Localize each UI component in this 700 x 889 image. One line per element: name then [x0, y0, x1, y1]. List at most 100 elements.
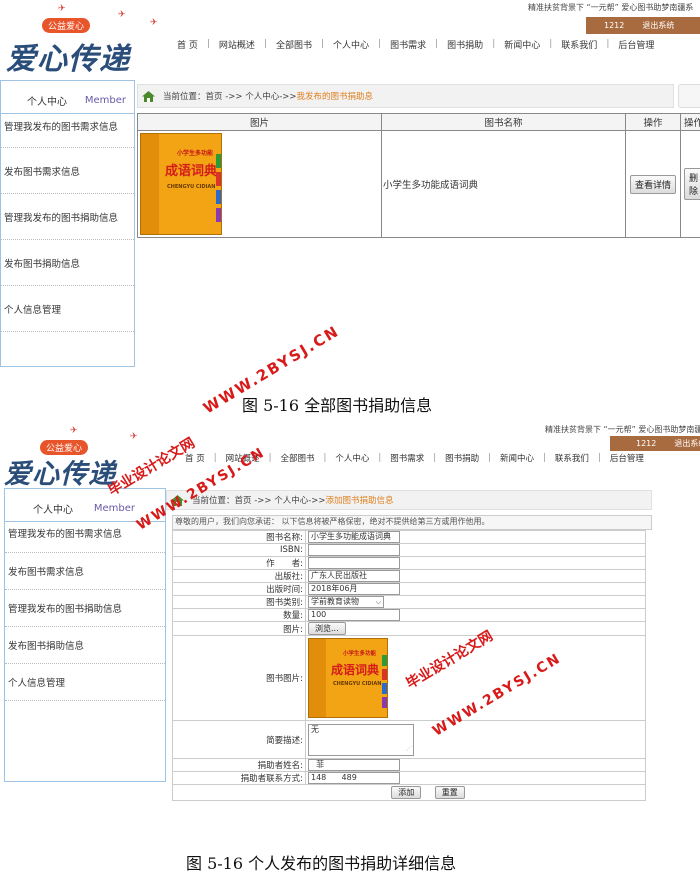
publisher-input[interactable]: 广东人民出版社 [308, 570, 400, 582]
field-cell [305, 543, 646, 557]
pub-date-input[interactable]: 2018年06月 [308, 583, 400, 595]
main-nav: 首 页 | 网站概述 | 全部图书 | 个人中心 | 图书需求 | 图书捐助 | 新闻中心 |… [168, 37, 663, 51]
field-label: 图书图片: [172, 635, 306, 721]
sidebar-item-publish-demand[interactable]: 发布图书需求信息 [5, 553, 165, 590]
breadcrumb-current: 我发布的图书捐助息 [296, 92, 374, 102]
donor-contact-input[interactable]: 148 489 [308, 772, 400, 784]
book-stripe [216, 172, 221, 186]
field-label: 简要描述: [172, 720, 306, 759]
form-row: 图书类别: 学前教育读物 ⌵ [172, 595, 646, 609]
nav-news[interactable]: 新闻中心 [491, 452, 543, 464]
field-cell: 菲 [305, 758, 646, 772]
author-input[interactable] [308, 557, 400, 569]
sidebar-subtitle: Member [93, 503, 135, 514]
sidebar-item-publish-donation[interactable]: 发布图书捐助信息 [1, 240, 134, 286]
field-label: 捐助者联系方式: [172, 771, 306, 785]
sidebar-title: 个人中心 [27, 97, 67, 108]
nav-personal-center[interactable]: 个人中心 [324, 38, 378, 51]
figure-caption-2: 图 5-16 个人发布的图书捐助详细信息 [186, 854, 457, 873]
form-actions: 添加 重置 [172, 784, 646, 801]
sidebar-title: 个人中心 [33, 505, 73, 516]
description-textarea[interactable]: 无 ⋰ [308, 723, 414, 756]
donation-form: 图书名称: 小学生多功能成语词典 ISBN: 作 者: 出版社: 广东人民出版社 出… [172, 530, 646, 801]
category-value: 学前教育读物 [311, 597, 359, 606]
nav-admin[interactable]: 后台管理 [601, 452, 653, 464]
sidebar-item-profile[interactable]: 个人信息管理 [5, 664, 165, 701]
book-image-cell: 小学生多功能 成语词典 CHENGYU CIDIAN [137, 130, 382, 238]
book-stripe [216, 190, 221, 204]
breadcrumb-path: 当前位置：首页 ->> 个人中心->> [163, 92, 297, 102]
form-row: 图片: 浏览... [172, 621, 646, 636]
browse-button[interactable]: 浏览... [308, 622, 346, 635]
field-label: 图书类别: [172, 595, 306, 609]
breadcrumb: 当前位置：首页 ->> 个人中心->> 我发布的图书捐助息 [137, 84, 674, 108]
bird-icon: ✈ [118, 10, 126, 20]
breadcrumb-current: 添加图书捐助信息 [325, 496, 394, 506]
book-stripe [382, 669, 387, 680]
form-row: 添加 重置 [172, 784, 646, 801]
form-row: 简要描述: 无 ⋰ [172, 720, 646, 759]
form-row: 捐助者姓名: 菲 [172, 758, 646, 772]
donation-table: 图片 图书名称 操作 操作 小学生多功能 成语词典 CHENGYU CIDIAN… [137, 113, 700, 238]
book-cover-pinyin: CHENGYU CIDIAN [333, 681, 382, 687]
donor-name-value: 菲 [316, 760, 325, 769]
nav-contact[interactable]: 联系我们 [552, 38, 606, 51]
nav-overview[interactable]: 网站概述 [210, 38, 264, 51]
site-tagline: 精准扶贫背景下 “一元帮” 爱心图书助梦南疆系 [528, 3, 694, 12]
field-label: 图片: [172, 621, 306, 636]
quantity-input[interactable]: 100 [308, 609, 400, 621]
field-label: 出版社: [172, 569, 306, 583]
isbn-input[interactable] [308, 544, 400, 556]
nav-admin[interactable]: 后台管理 [609, 38, 663, 51]
field-label: ISBN: [172, 543, 306, 557]
nav-book-donation[interactable]: 图书捐助 [438, 38, 492, 51]
site-tagline: 精准扶贫背景下 “一元帮” 爱心图书助梦南疆系 [545, 425, 700, 434]
field-cell: 2018年06月 [305, 582, 646, 596]
nav-all-books[interactable]: 全部图书 [271, 452, 323, 464]
book-cover-image: 小学生多功能 成语词典 CHENGYU CIDIAN [140, 133, 222, 235]
donor-name-input[interactable]: 菲 [308, 759, 400, 771]
notice-text: 尊敬的用户，我们向您承诺： 以下信息将被严格保密，绝对不提供给第三方或用作他用。 [172, 515, 652, 530]
book-stripe [382, 683, 387, 694]
logout-link[interactable]: 退出系统 [674, 438, 700, 449]
book-name-input[interactable]: 小学生多功能成语词典 [308, 531, 400, 543]
delete-cell: 删除 [680, 130, 700, 238]
breadcrumb-path: 当前位置：首页 ->> 个人中心->> [192, 496, 326, 506]
reset-button[interactable]: 重置 [434, 786, 465, 799]
nav-book-donation[interactable]: 图书捐助 [436, 452, 488, 464]
sidebar-item-publish-demand[interactable]: 发布图书需求信息 [1, 148, 134, 194]
column-header: 图片 [137, 113, 382, 131]
logo-brand: 爱心传递 [6, 42, 130, 77]
field-cell: 广东人民出版社 [305, 569, 646, 583]
user-id: 1212 [636, 439, 657, 448]
nav-contact[interactable]: 联系我们 [546, 452, 598, 464]
book-stripe [216, 208, 221, 222]
nav-all-books[interactable]: 全部图书 [267, 38, 321, 51]
sidebar-item-profile[interactable]: 个人信息管理 [1, 286, 134, 332]
nav-home[interactable]: 首 页 [168, 38, 207, 51]
table-row: 小学生多功能 成语词典 CHENGYU CIDIAN 小学生多功能成语词典 查看… [137, 130, 700, 238]
nav-book-demand[interactable]: 图书需求 [381, 38, 435, 51]
sidebar-item-manage-donations[interactable]: 管理我发布的图书捐助信息 [5, 590, 165, 627]
book-cover-image: 小学生多功能 成语词典 CHENGYU CIDIAN [308, 638, 388, 718]
sidebar-item-manage-donations[interactable]: 管理我发布的图书捐助信息 [1, 194, 134, 240]
dropdown-arrow-icon: ⌵ [375, 598, 381, 606]
book-cover-label: 小学生多功能 [343, 651, 377, 657]
table-header-row: 图片 图书名称 操作 操作 [137, 113, 700, 131]
add-button[interactable]: 添加 [391, 786, 422, 799]
book-name-cell: 小学生多功能成语词典 [381, 130, 626, 238]
view-details-button[interactable]: 查看详情 [629, 174, 676, 194]
field-label: 作 者: [172, 556, 306, 570]
home-icon[interactable] [142, 90, 155, 102]
nav-book-demand[interactable]: 图书需求 [381, 452, 433, 464]
nav-news[interactable]: 新闻中心 [495, 38, 549, 51]
nav-personal-center[interactable]: 个人中心 [326, 452, 378, 464]
site-logo[interactable]: ✈ ✈ ✈ 公益爱心 爱心传递 [0, 4, 168, 77]
field-cell: 学前教育读物 ⌵ [305, 595, 646, 609]
field-label: 出版时间: [172, 582, 306, 596]
sidebar-item-publish-donation[interactable]: 发布图书捐助信息 [5, 627, 165, 664]
logout-link[interactable]: 退出系统 [642, 20, 674, 31]
sidebar-subtitle: Member [84, 95, 126, 106]
category-select[interactable]: 学前教育读物 ⌵ [308, 596, 384, 608]
delete-button[interactable]: 删除 [684, 168, 700, 200]
